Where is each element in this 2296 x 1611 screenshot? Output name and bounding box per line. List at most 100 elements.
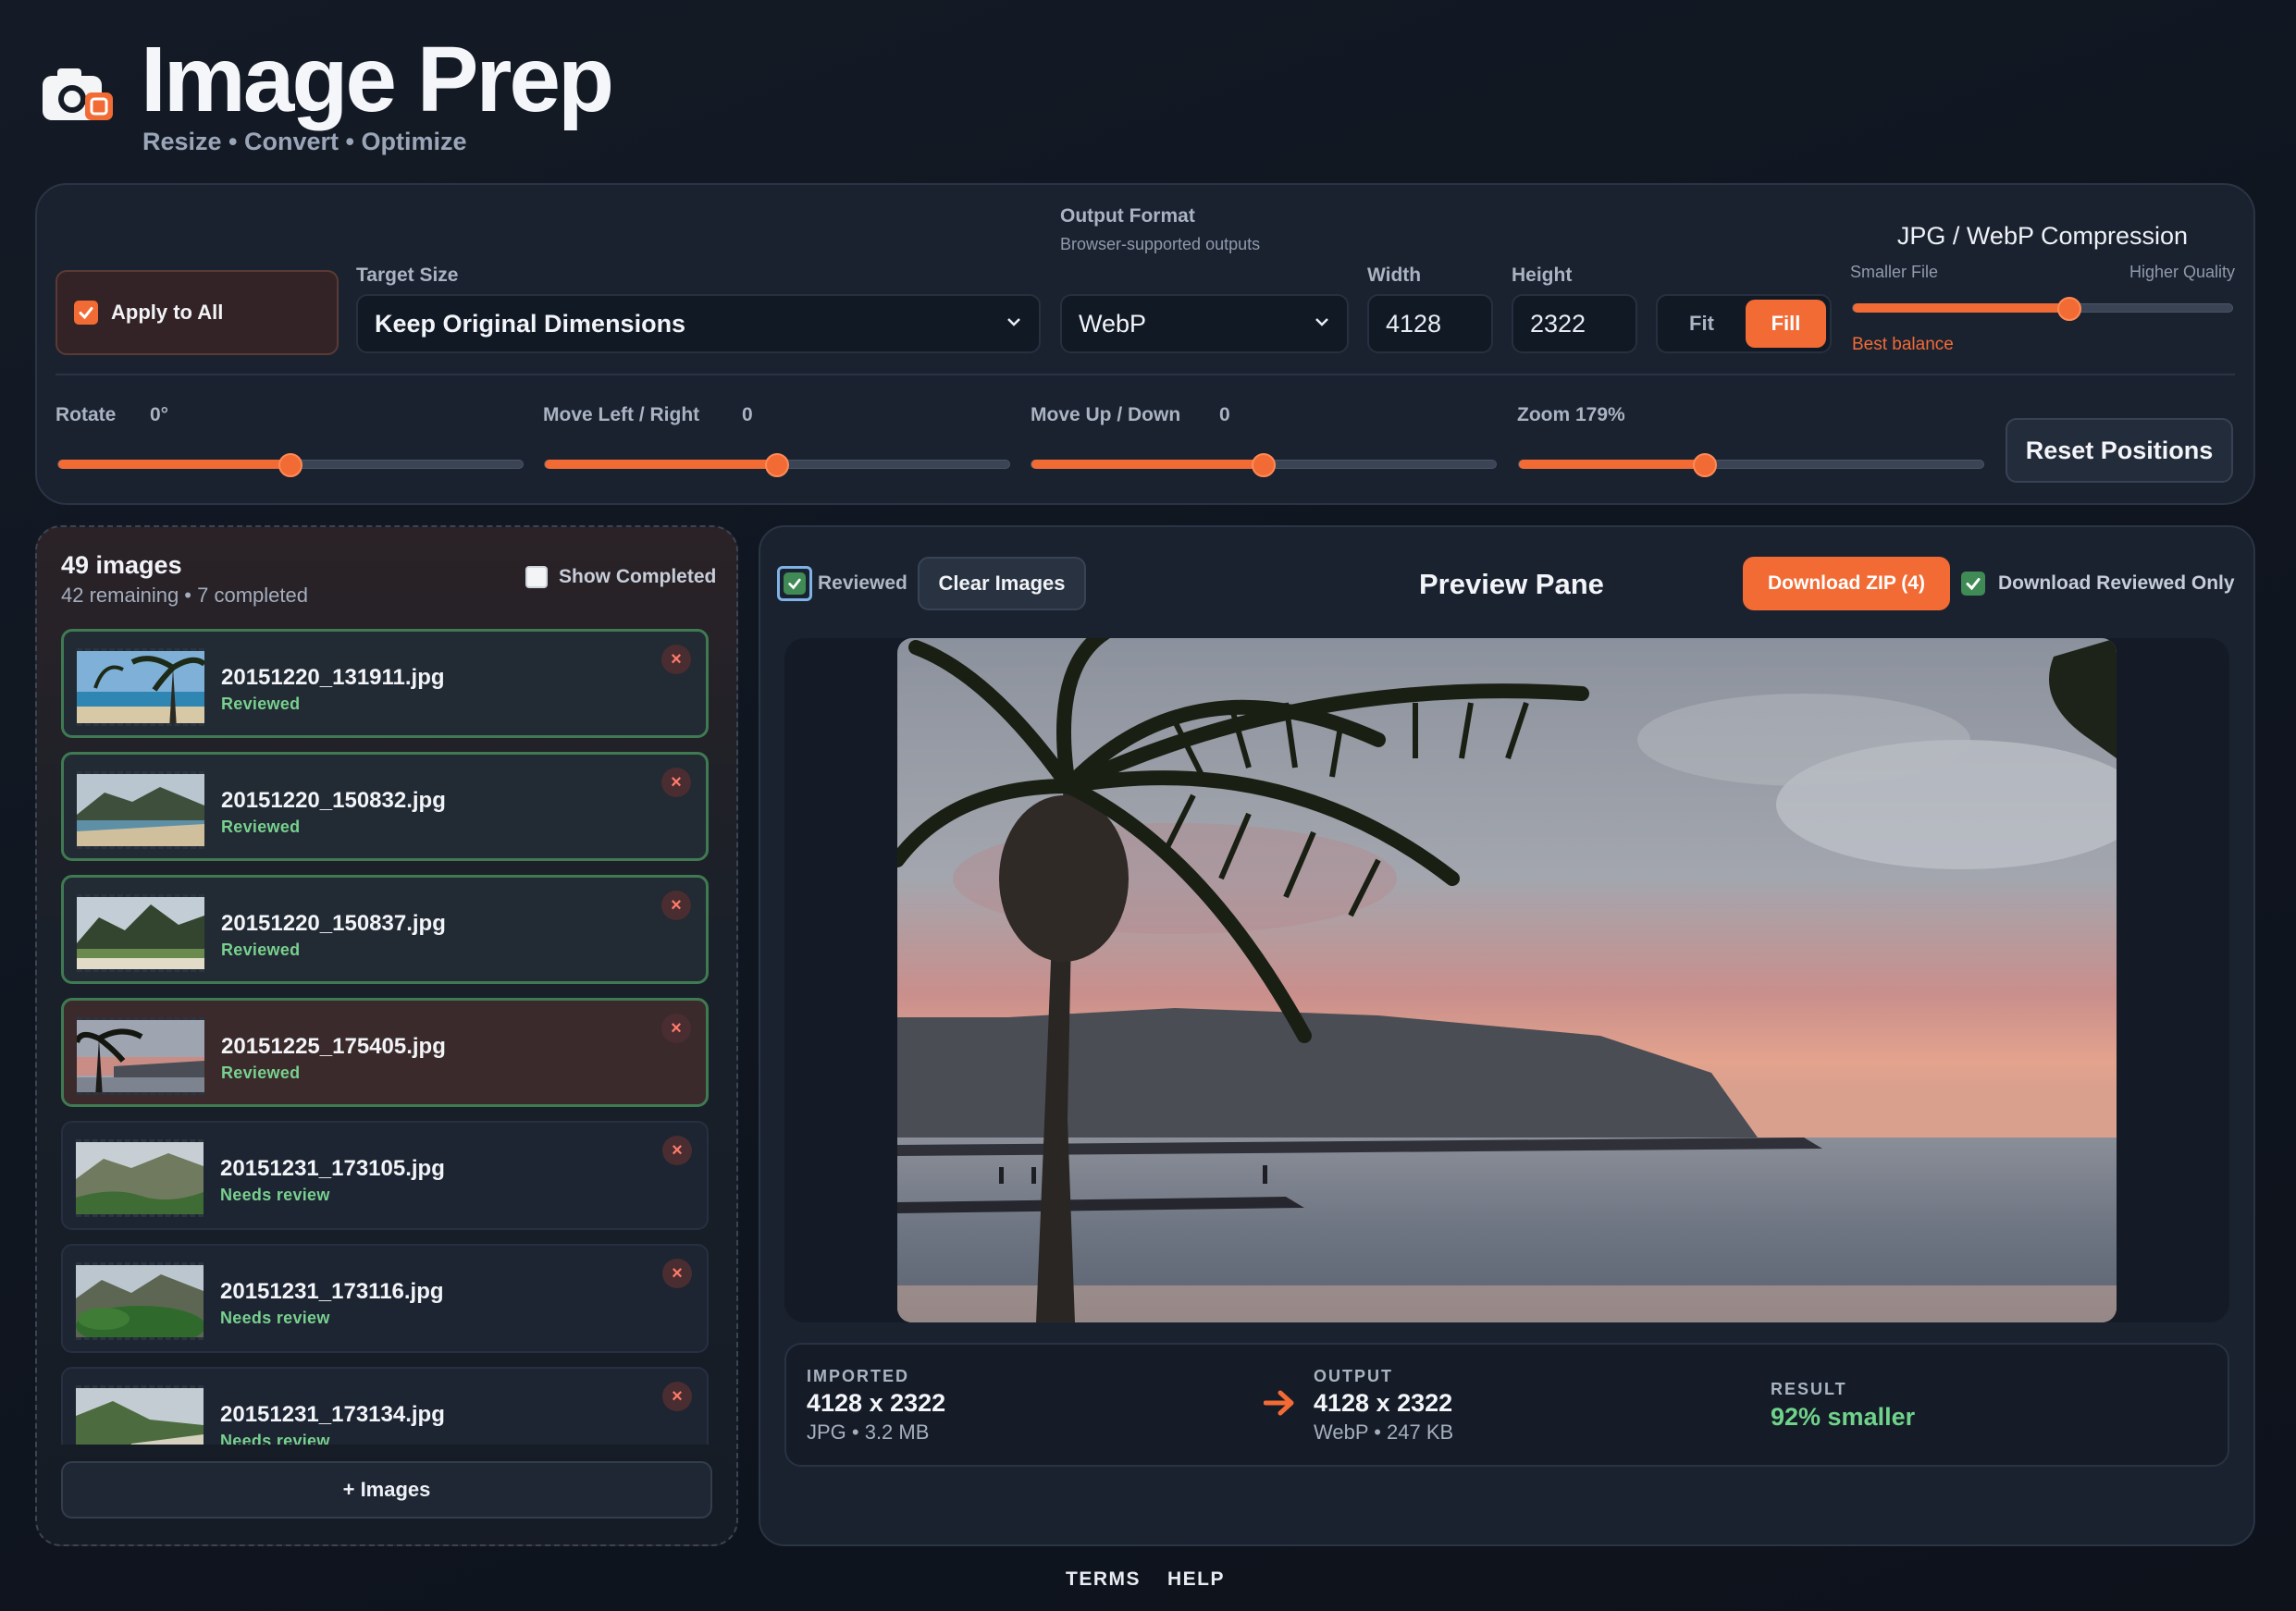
file-name: 20151231_173116.jpg [220, 1279, 444, 1304]
file-name: 20151231_173134.jpg [220, 1402, 445, 1427]
terms-link[interactable]: TERMS [1066, 1568, 1141, 1591]
file-name: 20151225_175405.jpg [221, 1034, 446, 1059]
slider-thumb[interactable] [765, 453, 789, 477]
output-format-label: Output Format [1060, 205, 1195, 227]
move-lr-value: 0 [742, 404, 753, 425]
image-thumbnail [76, 1262, 204, 1340]
fit-button[interactable]: Fit [1661, 300, 1742, 348]
app-title: Image Prep [141, 28, 614, 131]
clear-images-button[interactable]: Clear Images [918, 557, 1086, 610]
list-item[interactable]: 20151220_150832.jpg Reviewed × [61, 752, 709, 861]
file-status: Needs review [220, 1186, 330, 1204]
slider-fill [1853, 303, 2069, 313]
slider-fill [1519, 460, 1705, 469]
compression-slider[interactable] [1852, 297, 2233, 321]
target-size-select[interactable]: Keep Original Dimensions [356, 294, 1041, 353]
output-format-hint: Browser-supported outputs [1060, 235, 1261, 253]
show-completed-checkbox[interactable]: Show Completed [525, 566, 716, 588]
list-item[interactable]: 20151225_175405.jpg Reviewed × [61, 998, 709, 1107]
reset-positions-button[interactable]: Reset Positions [2006, 418, 2233, 483]
image-thumbnail [76, 1385, 204, 1445]
list-item[interactable]: 20151220_150837.jpg Reviewed × [61, 875, 709, 984]
remove-icon[interactable]: × [661, 768, 691, 797]
height-input[interactable]: 2322 [1512, 294, 1637, 353]
target-size-value: Keep Original Dimensions [375, 309, 686, 338]
file-status: Reviewed [221, 1064, 301, 1082]
checkbox-checked-icon [1961, 572, 1985, 596]
rotate-value: 0° [150, 404, 169, 425]
file-name: 20151220_150832.jpg [221, 788, 446, 813]
remove-icon[interactable]: × [662, 1136, 692, 1165]
move-lr-label: Move Left / Right [543, 404, 700, 425]
checkbox-checked-icon [777, 566, 812, 601]
move-ud-slider[interactable] [1031, 453, 1497, 477]
output-meta: WebP • 247 KB [1314, 1420, 1454, 1444]
zoom-slider[interactable] [1518, 453, 1984, 477]
preview-image[interactable] [897, 638, 2117, 1322]
image-count-subtitle: 42 remaining • 7 completed [61, 584, 308, 607]
fit-mode-toggle: Fit Fill [1656, 294, 1832, 353]
file-name: 20151220_131911.jpg [221, 665, 445, 690]
image-list[interactable]: 20151220_131911.jpg Reviewed × 20151220_… [61, 629, 709, 1445]
list-item[interactable]: 20151231_173116.jpg Needs review × [61, 1244, 709, 1353]
show-completed-label: Show Completed [559, 566, 717, 587]
file-name: 20151231_173105.jpg [220, 1156, 445, 1181]
file-name: 20151220_150837.jpg [221, 911, 446, 936]
output-format-select[interactable]: WebP [1060, 294, 1349, 353]
download-zip-button[interactable]: Download ZIP (4) [1743, 557, 1950, 610]
reviewed-label: Reviewed [818, 572, 907, 594]
image-thumbnail [76, 1139, 204, 1217]
add-images-button[interactable]: + Images [61, 1461, 712, 1519]
result-caption: RESULT [1771, 1380, 1847, 1398]
move-lr-slider[interactable] [544, 453, 1010, 477]
slider-fill [1031, 460, 1264, 469]
remove-icon[interactable]: × [661, 645, 691, 674]
rotate-slider[interactable] [57, 453, 524, 477]
slider-fill [58, 460, 290, 469]
image-count-title: 49 images [61, 551, 182, 579]
file-status: Needs review [220, 1309, 330, 1327]
slider-fill [545, 460, 777, 469]
fill-button[interactable]: Fill [1746, 300, 1826, 348]
image-thumbnail [77, 1017, 204, 1095]
imported-dimensions: 4128 x 2322 [807, 1389, 946, 1417]
slider-thumb[interactable] [1692, 453, 1717, 477]
image-thumbnail [77, 771, 204, 849]
file-status: Reviewed [221, 941, 301, 959]
list-item[interactable]: 20151231_173105.jpg Needs review × [61, 1121, 709, 1230]
list-item[interactable]: 20151220_131911.jpg Reviewed × [61, 629, 709, 738]
slider-thumb[interactable] [278, 453, 302, 477]
remove-icon[interactable]: × [662, 1259, 692, 1288]
arrow-right-icon [1263, 1389, 1295, 1421]
checkbox-unchecked-icon [525, 566, 548, 588]
chevron-down-icon [1006, 315, 1022, 332]
remove-icon[interactable]: × [662, 1382, 692, 1411]
download-reviewed-only-label: Download Reviewed Only [1998, 572, 2235, 594]
app-tagline: Resize • Convert • Optimize [142, 128, 467, 155]
preview-pane-title: Preview Pane [1419, 568, 1604, 600]
slider-thumb[interactable] [2056, 297, 2081, 321]
reviewed-checkbox[interactable]: Reviewed [777, 566, 907, 601]
list-item[interactable]: 20151231_173134.jpg Needs review × [61, 1367, 709, 1445]
image-thumbnail [77, 648, 204, 726]
checkbox-checked-icon [74, 301, 98, 325]
image-thumbnail [77, 894, 204, 972]
download-reviewed-only-checkbox[interactable]: Download Reviewed Only [1961, 572, 2235, 596]
chevron-down-icon [1314, 315, 1330, 332]
imported-caption: IMPORTED [807, 1367, 910, 1385]
output-format-value: WebP [1079, 309, 1147, 338]
camera-icon [41, 65, 118, 124]
zoom-label: Zoom 179% [1517, 404, 1625, 425]
output-dimensions: 4128 x 2322 [1314, 1389, 1453, 1417]
compression-title: JPG / WebP Compression [1896, 222, 2189, 250]
remove-icon[interactable]: × [661, 1014, 691, 1043]
width-input[interactable]: 4128 [1367, 294, 1493, 353]
move-ud-label: Move Up / Down [1031, 404, 1181, 425]
slider-thumb[interactable] [1252, 453, 1276, 477]
apply-to-all-checkbox[interactable]: Apply to All [56, 270, 339, 355]
help-link[interactable]: HELP [1167, 1568, 1225, 1591]
width-label: Width [1367, 264, 1422, 286]
remove-icon[interactable]: × [661, 891, 691, 920]
file-status: Needs review [220, 1432, 330, 1445]
rotate-label: Rotate [56, 404, 117, 425]
